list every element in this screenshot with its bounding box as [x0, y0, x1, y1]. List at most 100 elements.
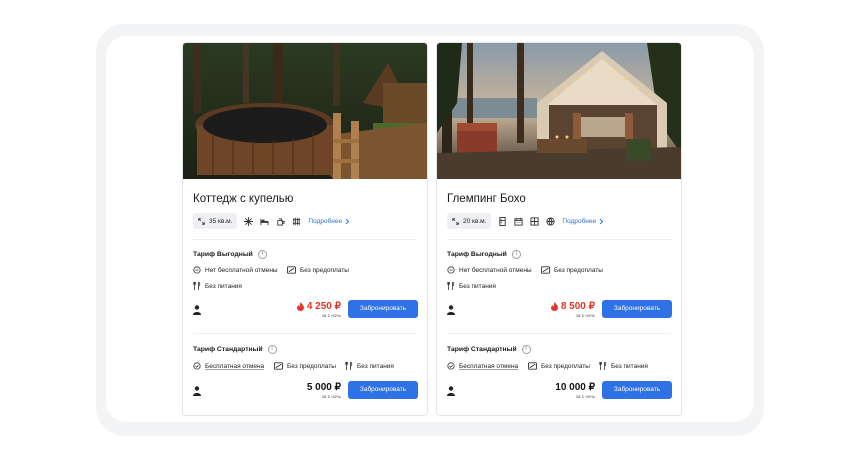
price-block: 4 250 ₽ за 1 ночь: [296, 301, 341, 318]
info-icon[interactable]: i: [521, 345, 531, 354]
info-icon[interactable]: i: [267, 345, 277, 354]
meal-condition: Без питания: [447, 282, 496, 290]
book-button[interactable]: Забронировать: [602, 300, 672, 318]
condition-text: Без предоплаты: [541, 362, 590, 370]
condition-text: Нет бесплатной отмены: [205, 266, 278, 274]
prepay-condition: Без предоплаты: [274, 362, 336, 370]
card-icon: [287, 266, 296, 274]
tariff-title: Тариф Выгодный i: [447, 250, 521, 259]
details-link-label[interactable]: Подробнее: [562, 218, 596, 225]
divider: [447, 239, 671, 240]
globe-icon: [545, 216, 555, 226]
price-value: 4 250 ₽: [306, 301, 341, 312]
condition-text: Без предоплаты: [287, 362, 336, 370]
cancel-condition: Нет бесплатной отмены: [193, 266, 278, 274]
cutlery-icon: [447, 282, 455, 290]
cancel-condition: Бесплатная отмена: [447, 362, 518, 370]
details-link-label[interactable]: Подробнее: [308, 218, 342, 225]
info-icon[interactable]: i: [511, 250, 521, 259]
tariff-title: Тариф Стандартный i: [193, 345, 277, 354]
book-button[interactable]: Забронировать: [602, 381, 672, 399]
snowflake-icon: [243, 216, 253, 226]
check-circle-icon: [193, 362, 201, 370]
divider: [193, 239, 417, 240]
condition-text: Без предоплаты: [554, 266, 603, 274]
tariff-name-text: Тариф Стандартный: [447, 346, 517, 353]
card-icon: [541, 266, 550, 274]
calendar-icon: [513, 216, 523, 226]
details-link[interactable]: Подробнее: [308, 218, 350, 225]
room-card-cottage: Коттедж с купелью 35 кв.м. Подробнее Тар…: [182, 42, 428, 416]
area-value: 35 кв.м.: [209, 217, 233, 225]
tariff-title: Тариф Стандартный i: [447, 345, 531, 354]
area-chip: 20 кв.м.: [447, 213, 492, 229]
prepay-condition: Без предоплаты: [541, 266, 603, 274]
condition-text: Бесплатная отмена: [459, 362, 519, 370]
chevron-right-icon: [345, 218, 350, 224]
price-note: за 1 ночь: [575, 313, 595, 318]
area-chip: 35 кв.м.: [193, 213, 238, 229]
room-photo: [437, 43, 681, 179]
condition-text: Без питания: [611, 362, 648, 370]
room-title: Глемпинг Бохо: [447, 193, 526, 205]
person-icon: [193, 386, 201, 396]
tariff-name-text: Тариф Выгодный: [447, 251, 507, 258]
cutlery-icon: [193, 282, 201, 290]
condition-text: Без питания: [459, 282, 496, 290]
cutlery-icon: [345, 362, 353, 370]
room-photo: [183, 43, 427, 179]
room-title: Коттедж с купелью: [193, 193, 294, 205]
expand-icon: [452, 217, 459, 225]
fridge-icon: [497, 216, 507, 226]
divider: [193, 333, 417, 334]
bed-icon: [259, 216, 269, 226]
chevron-right-icon: [599, 218, 604, 224]
price-block: 10 000 ₽ за 1 ночь: [555, 382, 595, 399]
tariff-title: Тариф Выгодный i: [193, 250, 267, 259]
check-circle-icon: [447, 362, 455, 370]
fire-icon: [296, 302, 304, 311]
feature-row: 35 кв.м. Подробнее: [193, 213, 350, 229]
condition-text: Без предоплаты: [300, 266, 349, 274]
no-cancel-icon: [447, 266, 455, 274]
tariff-name-text: Тариф Выгодный: [193, 251, 253, 258]
expand-icon: [198, 217, 205, 225]
price-value: 5 000 ₽: [306, 382, 341, 393]
cancel-condition: Нет бесплатной отмены: [447, 266, 532, 274]
price-regular: 5 000 ₽: [307, 382, 341, 393]
card-icon: [528, 362, 537, 370]
price-value: 8 500 ₽: [560, 301, 595, 312]
condition-text: Без питания: [357, 362, 394, 370]
area-value: 20 кв.м.: [463, 217, 487, 225]
meal-condition: Без питания: [345, 362, 394, 370]
condition-text: Без питания: [205, 282, 242, 290]
room-card-glamping: Глемпинг Бохо 20 кв.м. Подробнее Тариф В…: [436, 42, 682, 416]
price-note: за 1 ночь: [575, 394, 595, 399]
info-icon[interactable]: i: [257, 250, 267, 259]
price-regular: 10 000 ₽: [555, 382, 595, 393]
heater-icon: [291, 216, 301, 226]
book-button[interactable]: Забронировать: [348, 381, 418, 399]
person-icon: [447, 305, 455, 315]
no-cancel-icon: [193, 266, 201, 274]
details-link[interactable]: Подробнее: [562, 218, 604, 225]
price-hot: 8 500 ₽: [550, 301, 595, 312]
price-value: 10 000 ₽: [555, 382, 595, 393]
divider: [447, 333, 671, 334]
person-icon: [447, 386, 455, 396]
window-icon: [529, 216, 539, 226]
meal-condition: Без питания: [599, 362, 648, 370]
price-block: 5 000 ₽ за 1 ночь: [307, 382, 341, 399]
cancel-condition: Бесплатная отмена: [193, 362, 264, 370]
price-note: за 1 ночь: [321, 394, 341, 399]
condition-text: Нет бесплатной отмены: [459, 266, 532, 274]
fire-icon: [550, 302, 558, 311]
cutlery-icon: [599, 362, 607, 370]
condition-text: Бесплатная отмена: [205, 362, 265, 370]
meal-condition: Без питания: [193, 282, 242, 290]
person-icon: [193, 305, 201, 315]
prepay-condition: Без предоплаты: [528, 362, 590, 370]
book-button[interactable]: Забронировать: [348, 300, 418, 318]
feature-row: 20 кв.м. Подробнее: [447, 213, 604, 229]
price-hot: 4 250 ₽: [296, 301, 341, 312]
